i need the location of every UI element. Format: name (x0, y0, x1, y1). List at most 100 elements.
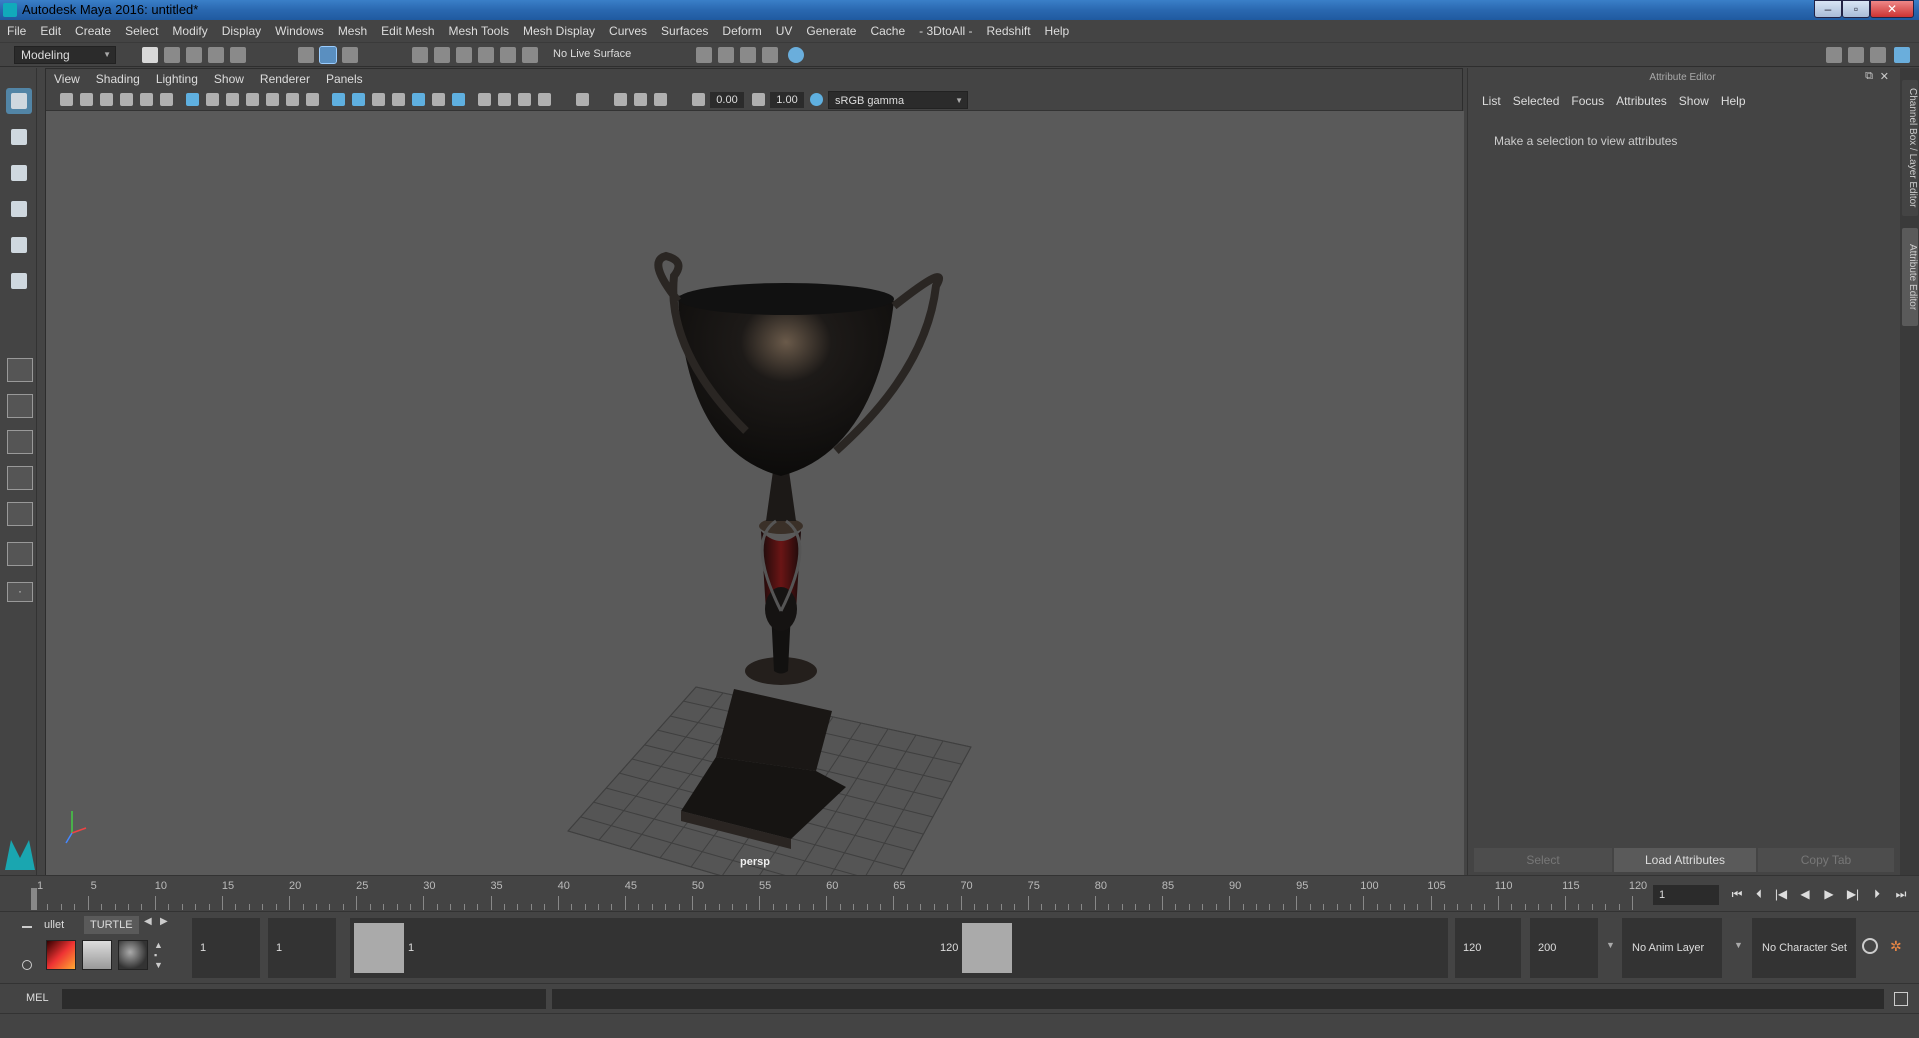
snap-surface-icon[interactable] (500, 47, 516, 63)
attr-menu-focus[interactable]: Focus (1565, 94, 1610, 108)
backface-culling-icon[interactable] (654, 93, 667, 106)
menu-windows[interactable]: Windows (268, 20, 331, 43)
select-component-icon[interactable] (342, 47, 358, 63)
xray-icon[interactable] (392, 93, 405, 106)
menu-mesh[interactable]: Mesh (331, 20, 374, 43)
field-chart-icon[interactable] (266, 93, 279, 106)
animation-preferences-icon[interactable]: ✲ (1890, 938, 1906, 954)
hypershade-icon[interactable] (788, 47, 804, 63)
resolution-gate-icon[interactable] (226, 93, 239, 106)
snap-plane-icon[interactable] (522, 47, 538, 63)
step-forward-key-button[interactable]: ⏵ (1870, 887, 1884, 901)
shelf-settings-icon[interactable] (22, 960, 32, 970)
menu-generate[interactable]: Generate (799, 20, 863, 43)
playback-end-field[interactable]: 120 (1455, 918, 1521, 978)
menu-select[interactable]: Select (118, 20, 165, 43)
color-management-icon[interactable] (810, 93, 823, 106)
undo-icon[interactable] (208, 47, 224, 63)
single-perspective-layout[interactable] (7, 358, 33, 382)
snap-point-icon[interactable] (456, 47, 472, 63)
panel-menu-show[interactable]: Show (206, 69, 252, 89)
snap-view-icon[interactable] (478, 47, 494, 63)
ipr-render-icon[interactable] (740, 47, 756, 63)
view-transform-dropdown[interactable]: sRGB gamma (828, 91, 968, 110)
auto-key-icon[interactable] (1862, 938, 1878, 954)
select-tool[interactable] (6, 88, 32, 114)
select-button[interactable]: Select (1474, 848, 1612, 872)
step-back-frame-button[interactable]: |◀ (1774, 887, 1788, 901)
smooth-shade-icon[interactable] (352, 93, 365, 106)
panel-menu-panels[interactable]: Panels (318, 69, 371, 89)
open-scene-icon[interactable] (164, 47, 180, 63)
scale-tool[interactable] (6, 268, 32, 294)
menu-cache[interactable]: Cache (863, 20, 912, 43)
gate-mask-icon[interactable] (246, 93, 259, 106)
playback-start-field[interactable]: 1 (268, 918, 336, 978)
snap-grid-icon[interactable] (412, 47, 428, 63)
load-attributes-button[interactable]: Load Attributes (1614, 848, 1756, 872)
bookmark-icon[interactable] (100, 93, 113, 106)
shelf-menu-icon[interactable] (22, 926, 32, 928)
menu-create[interactable]: Create (68, 20, 118, 43)
menu-deform[interactable]: Deform (715, 20, 768, 43)
attr-menu-list[interactable]: List (1476, 94, 1507, 108)
select-hierarchy-icon[interactable] (298, 47, 314, 63)
select-object-icon[interactable] (319, 46, 337, 64)
motion-blur-icon[interactable] (498, 93, 511, 106)
exposure-field[interactable]: 0.00 (710, 92, 744, 108)
xray-active-icon[interactable] (634, 93, 647, 106)
attr-menu-help[interactable]: Help (1715, 94, 1752, 108)
menu-modify[interactable]: Modify (165, 20, 214, 43)
lasso-tool[interactable] (6, 124, 32, 150)
textured-icon[interactable] (412, 93, 425, 106)
channel-box-tab[interactable]: Channel Box / Layer Editor (1902, 80, 1918, 216)
close-button[interactable]: ✕ (1870, 0, 1914, 18)
modeling-toolkit-icon[interactable] (1826, 47, 1842, 63)
menu-file[interactable]: File (0, 20, 33, 43)
persp-graph-layout[interactable] (7, 466, 33, 490)
snap-curve-icon[interactable] (434, 47, 450, 63)
gamma-field[interactable]: 1.00 (770, 92, 804, 108)
step-forward-frame-button[interactable]: ▶| (1846, 887, 1860, 901)
turtle-render-icon[interactable] (46, 940, 76, 970)
range-start-handle[interactable] (354, 923, 404, 973)
shelf-tab-bullet[interactable]: ullet (38, 916, 70, 934)
mel-label[interactable]: MEL (26, 992, 49, 1004)
attribute-editor-tab[interactable]: Attribute Editor (1902, 228, 1918, 326)
turtle-bake-icon[interactable] (82, 940, 112, 970)
new-scene-icon[interactable] (142, 47, 158, 63)
go-to-start-button[interactable]: ⏮ (1730, 887, 1744, 901)
screen-space-ao-icon[interactable] (478, 93, 491, 106)
menu-3dtoall[interactable]: - 3DtoAll - (912, 20, 979, 43)
more-layouts-button[interactable]: · (7, 582, 33, 602)
move-tool[interactable] (6, 196, 32, 222)
minimize-button[interactable]: – (1814, 0, 1842, 18)
turtle-surface-icon[interactable] (118, 940, 148, 970)
save-scene-icon[interactable] (186, 47, 202, 63)
menu-help[interactable]: Help (1038, 20, 1077, 43)
menu-uv[interactable]: UV (769, 20, 800, 43)
menu-mesh-display[interactable]: Mesh Display (516, 20, 602, 43)
step-back-key-button[interactable]: ⏴ (1752, 887, 1766, 901)
command-input[interactable] (62, 989, 546, 1009)
menu-display[interactable]: Display (215, 20, 268, 43)
shelf-scroll-arrows-icon[interactable]: ▲ ▪ ▼ (154, 940, 163, 970)
anim-layer-field[interactable]: No Anim Layer (1622, 918, 1722, 978)
panel-menu-view[interactable]: View (46, 69, 88, 89)
copy-tab-button[interactable]: Copy Tab (1758, 848, 1894, 872)
image-plane-icon[interactable] (120, 93, 133, 106)
depth-of-field-icon[interactable] (538, 93, 551, 106)
perspective-view[interactable]: persp (46, 111, 1464, 922)
rotate-tool[interactable] (6, 232, 32, 258)
menu-edit-mesh[interactable]: Edit Mesh (374, 20, 441, 43)
grease-pencil-icon[interactable] (160, 93, 173, 106)
current-frame-field[interactable]: 1 (1653, 885, 1719, 905)
range-slider-track[interactable]: 1 120 (350, 918, 1448, 978)
render-view-icon[interactable] (696, 47, 712, 63)
film-gate-icon[interactable] (206, 93, 219, 106)
safe-action-icon[interactable] (286, 93, 299, 106)
shelf-scroll-left-icon[interactable]: ◀ (144, 916, 152, 927)
character-set-dropdown-arrow[interactable]: ▼ (1734, 940, 1743, 950)
paint-select-tool[interactable] (6, 160, 32, 186)
end-frame-field[interactable]: 200 (1530, 918, 1598, 978)
